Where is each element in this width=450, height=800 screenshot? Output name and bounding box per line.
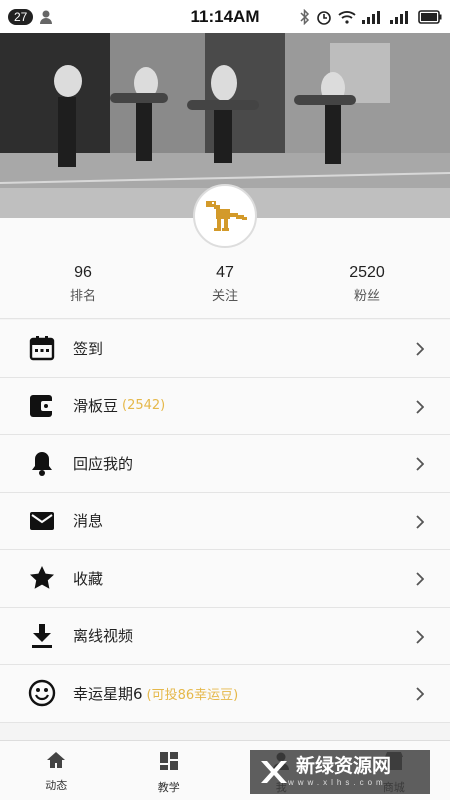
- watermark-logo-icon: [261, 761, 287, 783]
- menu-item-checkin[interactable]: 签到: [0, 320, 450, 378]
- watermark-text: 新绿资源网: [296, 755, 392, 777]
- stat-fans[interactable]: 2520 粉丝: [292, 264, 442, 304]
- chevron-right-icon: [416, 571, 425, 590]
- menu-item-label: 离线视频: [73, 627, 134, 646]
- menu-item-label: 收藏: [73, 569, 104, 588]
- mail-icon: [28, 507, 56, 535]
- chevron-right-icon: [416, 629, 425, 648]
- tab-feed[interactable]: 动态: [0, 741, 113, 800]
- wallet-icon: [28, 392, 56, 420]
- chevron-right-icon: [416, 514, 425, 533]
- watermark-subtext: www.xlhs.com: [288, 778, 387, 787]
- menu-item-label: 回应我的: [73, 454, 134, 473]
- wifi-icon: [338, 10, 356, 24]
- chevron-right-icon: [416, 456, 425, 475]
- signal-icon: [362, 10, 384, 24]
- menu-list: 签到 滑板豆 (2542) 回应我的 消息 收藏 离线视频 幸运星期6 (可投8…: [0, 320, 450, 723]
- grid-icon: [159, 751, 179, 775]
- menu-item-replies[interactable]: 回应我的: [0, 435, 450, 493]
- status-bar: 27: [0, 0, 450, 33]
- tab-label: 教学: [157, 781, 180, 794]
- stat-rank-value: 96: [74, 264, 92, 281]
- download-icon: [28, 622, 56, 650]
- home-icon: [46, 751, 66, 773]
- alarm-icon: [316, 9, 332, 25]
- menu-item-messages[interactable]: 消息: [0, 493, 450, 550]
- menu-item-lucky-saturday[interactable]: 幸运星期6 (可投86幸运豆): [0, 665, 450, 723]
- stat-following[interactable]: 47 关注: [150, 264, 300, 304]
- stat-rank-label: 排名: [69, 289, 96, 304]
- avatar[interactable]: [193, 184, 257, 248]
- calendar-icon: [28, 334, 56, 362]
- star-icon: [28, 564, 56, 592]
- tab-tutorial[interactable]: 教学: [113, 741, 226, 800]
- menu-item-offline-video[interactable]: 离线视频: [0, 608, 450, 665]
- profile-panel: 96 排名 47 关注 2520 粉丝: [0, 184, 450, 319]
- menu-item-label: 签到: [73, 339, 104, 358]
- bluetooth-icon: [300, 8, 310, 25]
- dinosaur-avatar-icon: [206, 201, 247, 231]
- menu-item-label: 幸运星期6: [73, 684, 143, 703]
- battery-icon: [418, 9, 442, 24]
- menu-item-skate-beans[interactable]: 滑板豆 (2542): [0, 378, 450, 435]
- chevron-right-icon: [416, 399, 425, 418]
- stat-fans-value: 2520: [349, 264, 385, 281]
- notification-count-badge: 27: [8, 8, 34, 25]
- skate-beans-count: (2542): [122, 398, 166, 414]
- stat-rank[interactable]: 96 排名: [8, 264, 158, 304]
- chevron-right-icon: [416, 686, 425, 705]
- menu-item-label: 滑板豆: [73, 397, 119, 416]
- stat-following-value: 47: [216, 264, 234, 281]
- stat-fans-label: 粉丝: [353, 289, 380, 304]
- menu-item-label: 消息: [73, 512, 104, 531]
- smiley-icon: [28, 679, 56, 707]
- menu-item-favorites[interactable]: 收藏: [0, 550, 450, 608]
- chevron-right-icon: [416, 341, 425, 360]
- stat-following-label: 关注: [211, 289, 238, 304]
- lucky-beans-note: (可投86幸运豆): [146, 687, 239, 703]
- tab-label: 动态: [45, 779, 68, 792]
- watermark: 新绿资源网 www.xlhs.com: [250, 750, 430, 794]
- signal-icon-2: [390, 10, 412, 24]
- account-status-icon: [39, 9, 55, 25]
- bell-icon: [28, 449, 56, 477]
